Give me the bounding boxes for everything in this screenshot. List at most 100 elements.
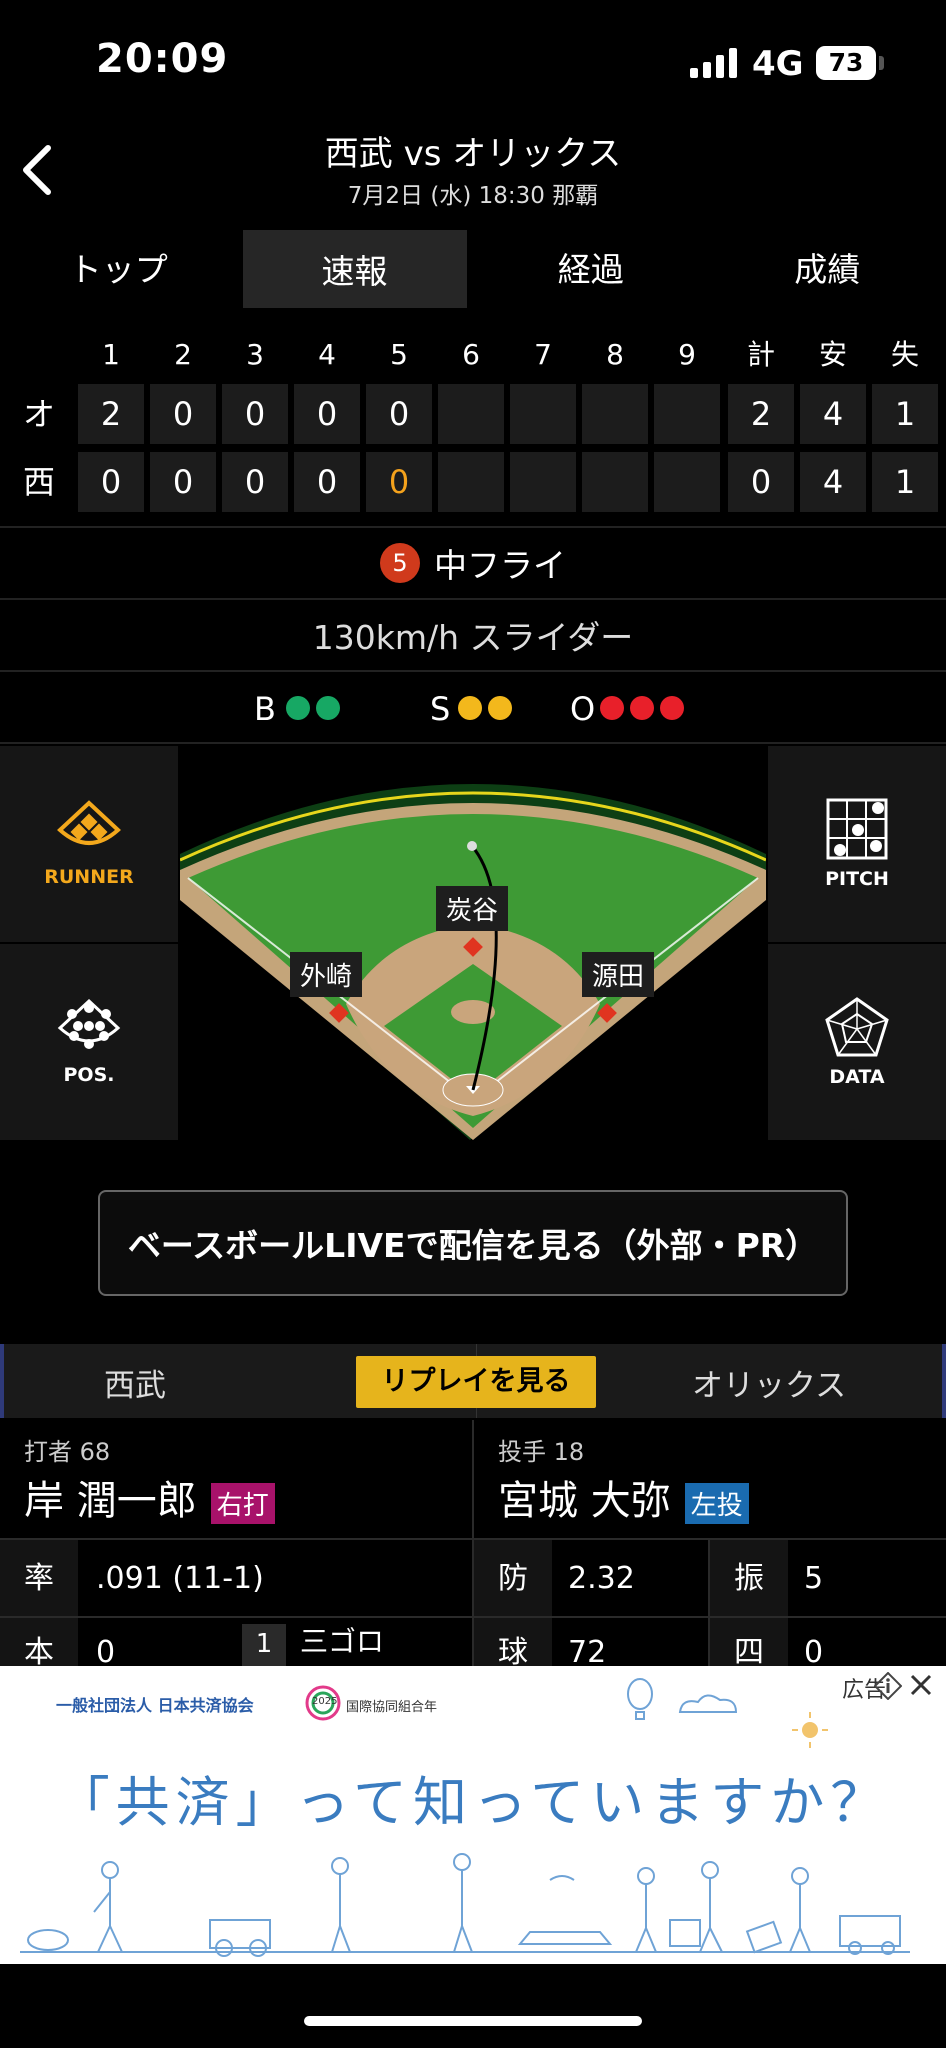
positions-icon (57, 998, 121, 1049)
inning-header: 3 (246, 338, 264, 371)
ad-info-icon[interactable] (874, 1672, 902, 1700)
hits-cell: 4 (800, 384, 866, 444)
inning-header: 2 (174, 338, 192, 371)
play-result: 中フライ (434, 546, 566, 585)
battery-tip (879, 56, 884, 70)
tab-live[interactable]: 速報 (242, 230, 467, 308)
at-bat-number: 1 (242, 1624, 286, 1666)
tab-results[interactable]: 成績 (709, 222, 946, 312)
pitcher-card[interactable]: 投手 18 宮城 大弥 左投 (474, 1420, 946, 1538)
pitch-grid-icon (826, 798, 888, 860)
pitcher-hand-tag: 左投 (684, 1482, 749, 1524)
score-cell: 0 (366, 384, 432, 444)
signal-icon (690, 48, 737, 78)
inning-header: 6 (462, 338, 480, 371)
battery-icon: 73 (816, 46, 876, 80)
score-cell: 0 (222, 452, 288, 512)
score-cell: 2 (78, 384, 144, 444)
ad-campaign: 国際協同組合年 (346, 1700, 438, 1715)
pitcher-name-text: 宮城 大弥 (498, 1478, 671, 1524)
strike-dot (458, 696, 482, 720)
score-cell (654, 384, 720, 444)
runner-label: RUNNER (44, 866, 134, 888)
ad-banner[interactable]: 広告 一般社団法人 日本共済協会 2025 国際協同組合年 「共済」って知ってい… (0, 1666, 946, 1964)
strikeouts-value: 5 (804, 1561, 824, 1596)
out-dot (660, 696, 684, 720)
game-subtitle: 7月2日 (水) 18:30 那覇 (347, 183, 599, 209)
batter-name: 岸 潤一郎 右打 (24, 1468, 275, 1526)
home-indicator (304, 2016, 642, 2026)
pitcher-name: 宮城 大弥 左投 (498, 1468, 749, 1526)
fielder-center: 炭谷 (436, 886, 509, 931)
batter-name-text: 岸 潤一郎 (24, 1478, 197, 1524)
team-seibu[interactable]: 西武 (104, 1360, 166, 1405)
inning-header: 1 (102, 338, 120, 371)
batter-role: 打者 68 (24, 1438, 111, 1466)
batter-hand-tag: 右打 (210, 1482, 275, 1524)
team-abbrev: 西 (22, 463, 55, 501)
out-dot (630, 696, 654, 720)
total-runs-cell: 2 (728, 384, 794, 444)
fielder-left: 外崎 (290, 952, 363, 997)
field-area: RUNNER POS. PITCH DATA 炭谷 外崎 源田 (0, 744, 946, 1140)
baseball-field (180, 784, 766, 1140)
inning-header: 8 (606, 338, 624, 371)
ball-dot (286, 696, 310, 720)
score-cell (582, 384, 648, 444)
tab-top[interactable]: トップ (0, 222, 237, 312)
score-cell: 0 (78, 452, 144, 512)
stat-row: 率 .091 (11-1) 防 2.32 振 5 (0, 1538, 946, 1618)
pos-button[interactable]: POS. (0, 944, 178, 1140)
errors-cell: 1 (872, 384, 938, 444)
hits-header: 安 (818, 338, 847, 371)
tab-progress[interactable]: 経過 (473, 222, 710, 312)
batting-avg-value: .091 (11-1) (96, 1561, 264, 1596)
batter-card[interactable]: 打者 68 岸 潤一郎 右打 (0, 1420, 472, 1538)
pitch-button[interactable]: PITCH (768, 746, 946, 942)
score-cell: 0 (294, 452, 360, 512)
team-orix[interactable]: オリックス (692, 1360, 846, 1405)
homerun-value: 0 (96, 1635, 116, 1666)
ad-headline: 「共済」って知っていますか？ (55, 1771, 891, 1834)
inning-header: 5 (390, 338, 408, 371)
game-title: 西武 vs オリックス (324, 134, 622, 174)
live-stream-button[interactable]: ベースボールLIVEで配信を見る（外部・PR） (98, 1190, 848, 1296)
errors-header: 失 (890, 338, 919, 371)
walks-label: 四 (710, 1618, 788, 1666)
team-bar: 西武 リプレイを見る オリックス (0, 1344, 946, 1418)
out-label: O (570, 690, 596, 728)
current-inning-cell: 0 (366, 452, 432, 512)
game-header: 西武 vs オリックス 7月2日 (水) 18:30 那覇 (0, 120, 946, 220)
balloon-cloud-illustration (627, 1678, 738, 1720)
score-cell (654, 452, 720, 512)
homerun-label: 本 (0, 1618, 78, 1666)
strikeouts-label: 振 (710, 1540, 788, 1618)
team-abbrev: オ (22, 395, 55, 433)
score-cell: 0 (150, 452, 216, 512)
ad-close-icon[interactable] (904, 1668, 938, 1702)
pos-label: POS. (63, 1064, 115, 1086)
walks-value: 0 (804, 1635, 824, 1666)
total-runs-cell: 0 (728, 452, 794, 512)
replay-button[interactable]: リプレイを見る (356, 1356, 596, 1408)
sun-icon (792, 1712, 828, 1748)
inning-header: 4 (318, 338, 336, 371)
score-cell: 0 (222, 384, 288, 444)
data-button[interactable]: DATA (768, 944, 946, 1140)
runner-button[interactable]: RUNNER (0, 746, 178, 942)
out-dot (600, 696, 624, 720)
pitch-info: 130km/h スライダー (312, 618, 634, 657)
era-label: 防 (474, 1540, 552, 1618)
score-cell (582, 452, 648, 512)
strike-dot (488, 696, 512, 720)
runner-icon (57, 800, 121, 845)
network-type: 4G (752, 44, 804, 84)
status-time: 20:09 (96, 36, 229, 82)
at-bat-result: 三ゴロ (300, 1625, 385, 1658)
stat-row: 本 0 1 三ゴロ 球 72 四 0 (0, 1616, 946, 1666)
ad-sponsor-name: 一般社団法人 日本共済協会 (56, 1696, 254, 1715)
score-cell: 0 (294, 384, 360, 444)
scoreboard-row-seibu: 西 0 0 0 0 0 0 4 1 (0, 452, 946, 512)
pitch-count-label: 球 (474, 1618, 552, 1666)
score-cell (510, 452, 576, 512)
